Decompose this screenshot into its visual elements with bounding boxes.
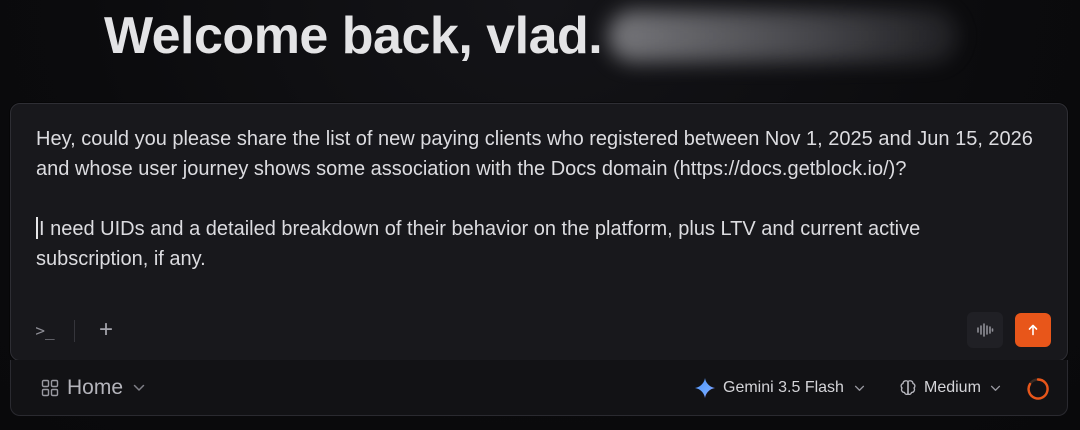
context-bar: Home Gemini 3.5 Flash Medium: [10, 360, 1068, 416]
gemini-sparkle-icon: [695, 378, 715, 398]
toolbar-divider: [74, 320, 75, 342]
reasoning-effort-selector[interactable]: Medium: [899, 370, 1001, 406]
prompt-input[interactable]: Hey, could you please share the list of …: [36, 124, 1036, 274]
voice-input-button[interactable]: [967, 312, 1003, 348]
prompt-paragraph-1: Hey, could you please share the list of …: [36, 128, 1039, 180]
waveform-icon: [977, 323, 994, 337]
composer-toolbar: >_ +: [11, 312, 1067, 348]
terminal-mode-button[interactable]: >_: [29, 312, 61, 348]
brain-icon: [900, 380, 916, 396]
workspace-label: Home: [67, 376, 124, 399]
context-usage-ring-icon[interactable]: [1026, 377, 1050, 401]
chevron-down-icon: [990, 385, 1001, 392]
arrow-up-icon: [1028, 324, 1038, 336]
redacted-name-blur: [608, 10, 959, 62]
chevron-down-icon: [854, 385, 865, 392]
model-label: Gemini 3.5 Flash: [723, 379, 844, 396]
prompt-paragraph-2: I need UIDs and a detailed breakdown of …: [36, 218, 926, 270]
model-selector[interactable]: Gemini 3.5 Flash: [695, 370, 865, 406]
prompt-composer[interactable]: Hey, could you please share the list of …: [10, 103, 1068, 361]
chevron-down-icon: [133, 384, 145, 392]
plus-icon: +: [98, 316, 113, 343]
workspace-selector[interactable]: Home: [41, 370, 145, 406]
text-caret: [36, 217, 38, 239]
terminal-icon: >_: [35, 320, 55, 340]
effort-label: Medium: [924, 379, 981, 396]
welcome-text: Welcome back, vlad.: [104, 7, 603, 65]
send-button[interactable]: [1015, 313, 1051, 347]
welcome-heading: Welcome back, vlad.: [104, 4, 959, 68]
add-attachment-button[interactable]: +: [89, 312, 123, 348]
grid-icon: [41, 379, 59, 397]
